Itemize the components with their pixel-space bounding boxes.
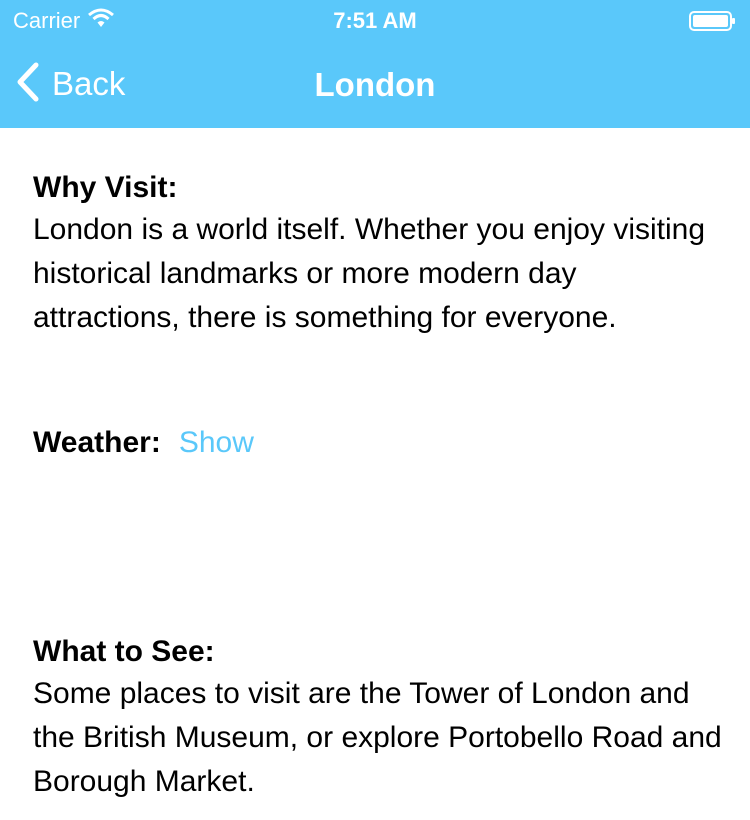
nav-bar: Back London xyxy=(0,40,750,128)
weather-show-button[interactable]: Show xyxy=(179,426,254,460)
what-to-see-section: What to See: Some places to visit are th… xyxy=(33,632,733,804)
weather-row: Weather: Show xyxy=(33,423,254,463)
page-title: London xyxy=(314,66,436,103)
why-visit-section: Why Visit: London is a world itself. Whe… xyxy=(33,168,723,340)
status-time: 7:51 AM xyxy=(333,8,417,33)
battery-icon xyxy=(689,11,736,31)
what-to-see-heading: What to See: xyxy=(33,635,215,668)
why-visit-heading: Why Visit: xyxy=(33,171,178,204)
why-visit-text: London is a world itself. Whether you en… xyxy=(33,213,706,334)
what-to-see-text: Some places to visit are the Tower of Lo… xyxy=(33,677,722,798)
weather-heading: Weather: xyxy=(33,426,161,459)
status-bar: Carrier 7:51 AM xyxy=(0,0,750,40)
navigation-header: Carrier 7:51 AM Back London xyxy=(0,0,750,128)
